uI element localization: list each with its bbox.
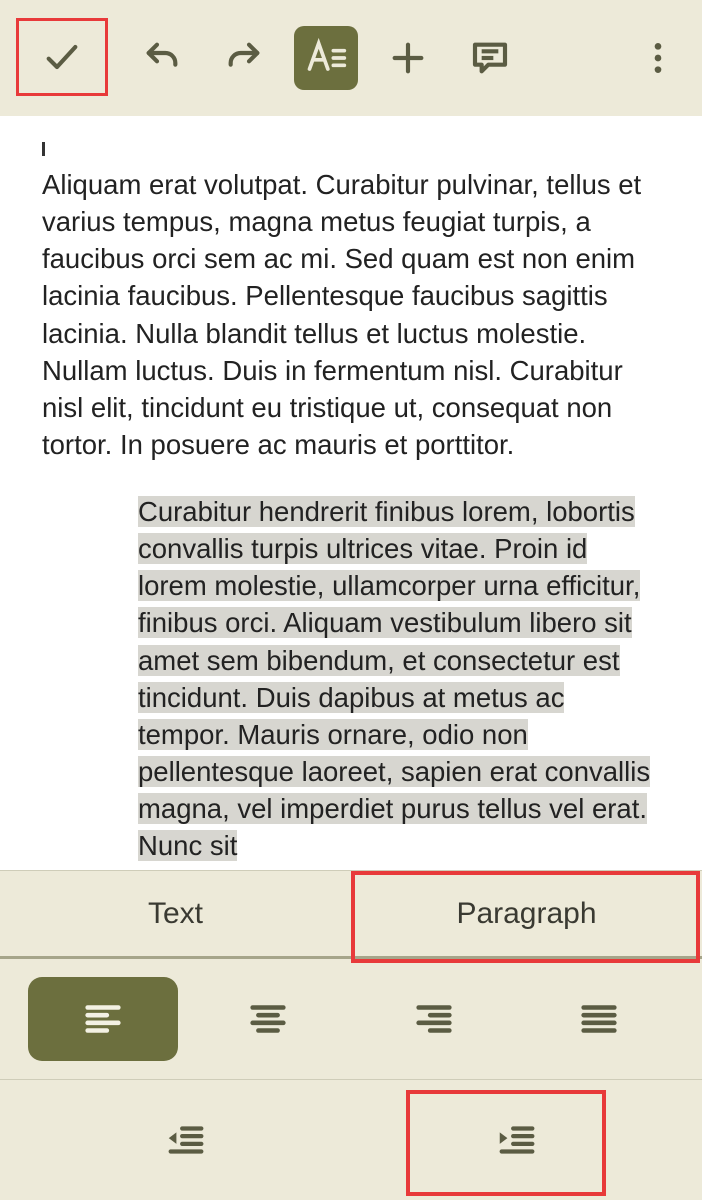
align-justify-button[interactable] <box>524 977 674 1061</box>
format-panel: Text Paragraph <box>0 870 702 1200</box>
add-button[interactable] <box>376 26 440 90</box>
redo-button[interactable] <box>212 26 276 90</box>
tab-text[interactable]: Text <box>0 871 351 956</box>
indent-row <box>0 1079 702 1200</box>
text-format-icon <box>304 36 348 80</box>
align-right-button[interactable] <box>359 977 509 1061</box>
align-left-icon <box>80 996 126 1042</box>
indent-increase-button[interactable] <box>377 1098 657 1182</box>
comment-icon <box>470 38 510 78</box>
align-left-button[interactable] <box>28 977 178 1061</box>
paragraph-2-selected[interactable]: Curabitur hendrerit finibus lorem, lobor… <box>138 493 660 864</box>
more-vertical-icon <box>638 38 678 78</box>
align-justify-icon <box>576 996 622 1042</box>
text-cursor <box>42 142 45 156</box>
document-body[interactable]: Aliquam erat volutpat. Curabitur pulvina… <box>0 116 702 870</box>
undo-icon <box>142 38 182 78</box>
alignment-row <box>0 959 702 1079</box>
indent-decrease-button[interactable] <box>46 1098 326 1182</box>
tab-paragraph[interactable]: Paragraph <box>351 871 702 956</box>
plus-icon <box>388 38 428 78</box>
redo-icon <box>224 38 264 78</box>
indent-increase-icon <box>494 1117 540 1163</box>
paragraph-1[interactable]: Aliquam erat volutpat. Curabitur pulvina… <box>42 166 660 463</box>
selected-text[interactable]: Curabitur hendrerit finibus lorem, lobor… <box>138 496 650 861</box>
indent-decrease-icon <box>163 1117 209 1163</box>
align-right-icon <box>411 996 457 1042</box>
comment-button[interactable] <box>458 26 522 90</box>
more-button[interactable] <box>626 26 690 90</box>
text-format-button[interactable] <box>294 26 358 90</box>
align-center-icon <box>245 996 291 1042</box>
align-center-button[interactable] <box>193 977 343 1061</box>
confirm-button[interactable] <box>16 18 108 96</box>
check-icon <box>42 37 82 77</box>
editor-toolbar <box>0 0 702 116</box>
undo-button[interactable] <box>130 26 194 90</box>
